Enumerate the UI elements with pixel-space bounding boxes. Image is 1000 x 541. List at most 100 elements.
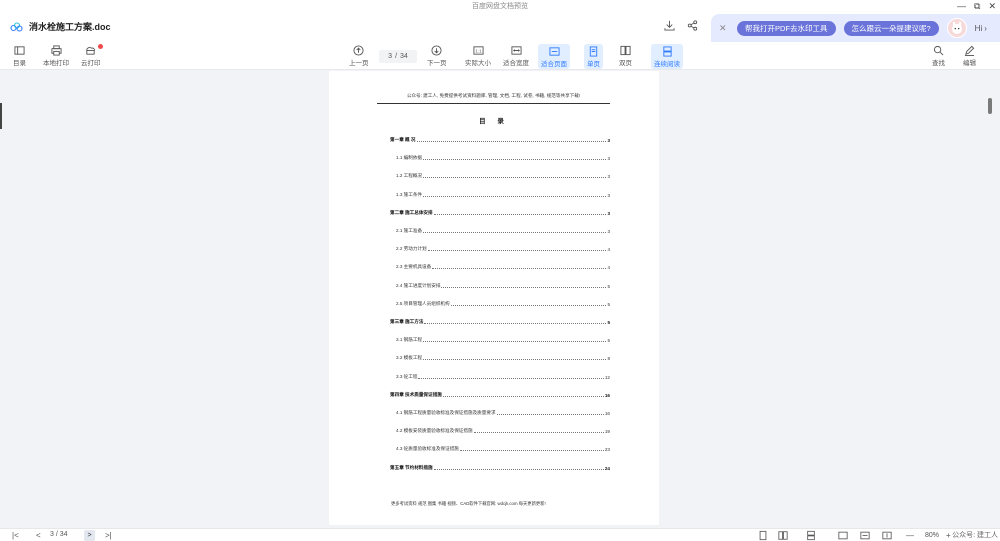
cloud-printer-icon [86, 47, 96, 55]
actual-size-button[interactable]: 1:1 实际大小 [465, 44, 491, 67]
page-total: 34 [400, 53, 408, 60]
ai-suggestion-pdf-watermark[interactable]: 帮我打开PDF去水印工具 [737, 20, 836, 36]
zoom-in-button[interactable]: + [946, 530, 951, 541]
fit-width-label: 适合宽度 [503, 60, 529, 67]
toc-entry-label: 2.3 主要机具设备 [396, 264, 432, 270]
page-footer-line: 更多考试资料 规范 图集 书籍 视频、CAD软件下载官网: wdcjk.com … [391, 501, 546, 506]
toc-leader-dots [416, 141, 607, 142]
share-icon[interactable] [687, 20, 698, 31]
toc-section-row[interactable]: 2.3 主要机具设备 4 [390, 264, 610, 270]
toc-chapter-row[interactable]: 第五章 节约材料措施 24 [390, 465, 610, 471]
restore-icon[interactable]: ⧉ [974, 1, 980, 12]
next-page-button[interactable]: 下一页 [427, 44, 447, 67]
status-page-total: 34 [59, 531, 68, 538]
toc-entry-label: 第四章 技术质量保证措施 [390, 391, 442, 397]
continuous-view-icon[interactable] [806, 530, 816, 541]
toc-leader-dots [442, 395, 604, 397]
single-page-button[interactable]: 单页 [584, 44, 603, 69]
cloud-print-button[interactable]: 云打印 [81, 44, 103, 67]
double-page-view-icon[interactable] [778, 530, 788, 541]
toc-entry-page: 5 [607, 320, 610, 325]
toc-entry-page: 3 [607, 192, 610, 198]
toc-entry-page: 3 [607, 174, 610, 180]
toc-entry-page: 5 [607, 301, 610, 307]
toc-section-row[interactable]: 4.3 砼质量验收标准及保证措施 23 [390, 446, 610, 452]
prev-page-button[interactable]: 上一页 [349, 44, 369, 67]
search-label: 查找 [932, 60, 945, 67]
minimize-icon[interactable]: — [957, 1, 966, 11]
first-page-icon[interactable]: |< [12, 530, 19, 541]
single-page-icon [589, 46, 598, 57]
left-edge-handle[interactable] [0, 103, 2, 129]
toc-section-row[interactable]: 2.2 劳动力计划 4 [390, 246, 610, 252]
toc-section-row[interactable]: 2.5 项目管理人员组织机构 5 [390, 301, 610, 307]
chevron-right-icon: › [984, 23, 987, 33]
toc-entry-label: 3.2 模板工程 [396, 355, 423, 361]
toc-chapter-row[interactable]: 第三章 施工方法 5 [390, 319, 610, 325]
pencil-icon [964, 45, 975, 56]
fit-width-button[interactable]: 适合宽度 [503, 44, 529, 67]
zoom-level[interactable]: 80% [925, 530, 939, 541]
ai-close-button[interactable]: ✕ [719, 23, 729, 34]
toc-leader-dots [496, 414, 604, 415]
ai-avatar[interactable] [946, 18, 967, 38]
toc-section-row[interactable]: 4.2 模板安装质量验收标准及保证措施 19 [390, 428, 610, 434]
download-icon[interactable] [664, 20, 675, 31]
actual-size-view-icon[interactable] [838, 530, 848, 541]
prev-page-icon[interactable]: < [36, 530, 41, 541]
toc-leader-dots [427, 250, 607, 252]
toc-entry-label: 2.2 劳动力计划 [396, 246, 427, 252]
fit-page-view-icon[interactable] [882, 530, 892, 541]
toc-entry-label: 第二章 施工总体安排 [390, 209, 433, 215]
next-page-label: 下一页 [427, 60, 447, 67]
toc-leader-dots [432, 268, 607, 270]
sidebar-toc-icon [14, 46, 25, 55]
toc-leader-dots [473, 432, 604, 434]
toc-chapter-row[interactable]: 第一章 概 况 3 [390, 137, 610, 143]
toc-section-row[interactable]: 1.3 施工条件 3 [390, 192, 610, 198]
search-button[interactable]: 查找 [932, 44, 945, 67]
ai-suggestion-feedback[interactable]: 怎么跟云一朵提建议呢? [843, 20, 939, 36]
single-page-view-icon[interactable] [758, 530, 768, 541]
page-current: 3 [388, 53, 393, 60]
toc-chapter-row[interactable]: 第四章 技术质量保证措施 16 [390, 392, 610, 398]
prev-page-label: 上一页 [349, 60, 369, 67]
page-input[interactable]: 3 / 34 [379, 50, 417, 63]
bunny-avatar-icon [951, 21, 962, 34]
toc-button[interactable]: 目录 [13, 44, 26, 67]
toc-entry-label: 4.3 砼质量验收标准及保证措施 [396, 446, 459, 452]
toc-entry-page: 19 [604, 429, 610, 435]
toc-section-row[interactable]: 4.1 钢筋工程质量验收标准及保证措施及质量要求 16 [390, 410, 610, 416]
local-print-button[interactable]: 本地打印 [43, 44, 69, 67]
vertical-scrollbar-thumb[interactable] [988, 98, 992, 114]
close-icon[interactable]: ✕ [988, 1, 996, 12]
double-page-button[interactable]: 双页 [619, 44, 632, 67]
toc-entry-label: 第五章 节约材料措施 [390, 464, 433, 470]
toc-leader-dots [459, 450, 604, 452]
toc-entry-page: 4 [607, 265, 610, 271]
doc-name: 消水栓施工方案.doc [29, 22, 111, 32]
toc-leader-dots [433, 468, 604, 470]
window-titlebar: 百度网盘文档预览 — ⧉ ✕ [0, 0, 1000, 12]
fit-width-view-icon[interactable] [860, 530, 870, 541]
toc-section-row[interactable]: 2.4 施工进度计划安排 5 [390, 283, 610, 289]
toc-section-row[interactable]: 3.1 钢筋工程 5 [390, 337, 610, 343]
toc-section-row[interactable]: 2.1 施工准备 3 [390, 228, 610, 234]
next-page-icon[interactable]: > [84, 530, 95, 541]
last-page-icon[interactable]: >| [105, 530, 112, 541]
toc-section-row[interactable]: 3.2 模板工程 8 [390, 355, 610, 361]
actual-size-icon: 1:1 [472, 46, 484, 55]
toc-entry-page: 24 [604, 465, 610, 471]
continuous-reading-button[interactable]: 连续阅读 [651, 44, 683, 69]
zoom-out-button[interactable]: — [906, 530, 914, 541]
toc-section-row[interactable]: 1.1 编制依据 3 [390, 155, 610, 161]
toc-entry-page: 16 [604, 411, 610, 416]
toc-section-row[interactable]: 1.2 工程概况 3 [390, 173, 610, 179]
toc-section-row[interactable]: 3.3 砼工程 12 [390, 374, 610, 380]
ai-greeting[interactable]: Hi › [975, 24, 987, 33]
ai-greeting-text: Hi [974, 23, 983, 33]
toc-entry-page: 12 [604, 374, 610, 380]
edit-button[interactable]: 编辑 [963, 44, 976, 67]
toc-chapter-row[interactable]: 第二章 施工总体安排 3 [390, 210, 610, 216]
fit-page-button[interactable]: 适合页面 [538, 44, 570, 69]
